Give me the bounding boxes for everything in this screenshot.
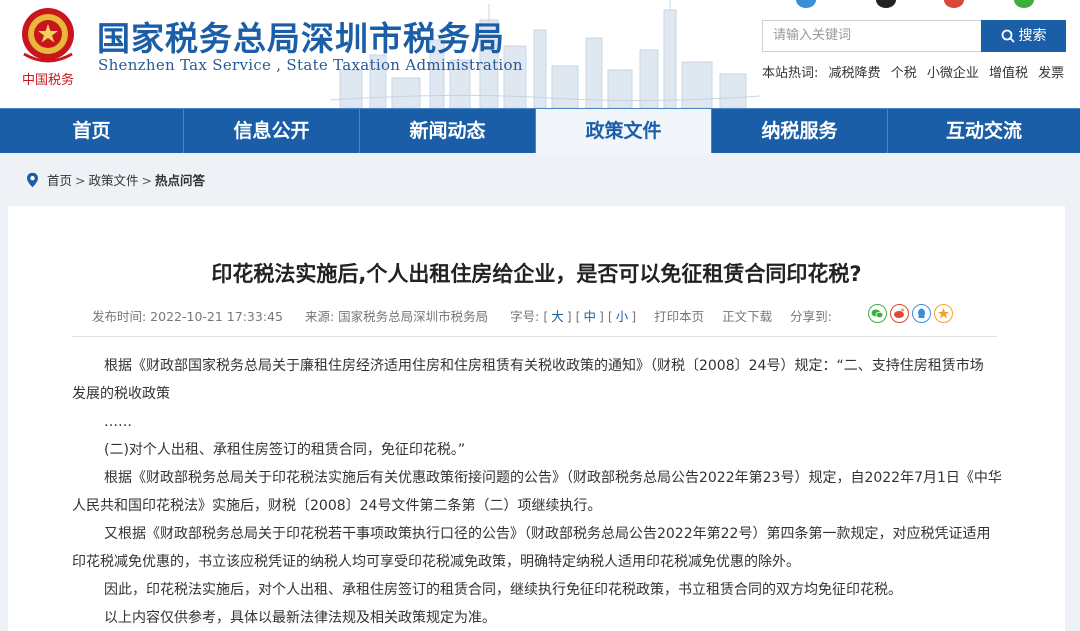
- article-paragraph: ……: [104, 414, 132, 430]
- article-divider: [72, 336, 997, 337]
- article-paragraph: 以上内容仅供参考，具体以最新法律法规及相关政策规定为准。: [104, 610, 496, 626]
- share-buttons: [868, 304, 953, 323]
- breadcrumb: 首页 > 政策文件 > 热点问答: [26, 170, 205, 189]
- article-paragraph: 又根据《财政部税务总局关于印花税若干事项政策执行口径的公告》（财政部税务总局公告…: [104, 526, 991, 542]
- hot-word-link[interactable]: 发票: [1038, 66, 1064, 81]
- nav-item-home[interactable]: 首页: [0, 109, 184, 153]
- hot-word-link[interactable]: 减税降费: [829, 66, 881, 81]
- article-paragraph: 根据《财政部国家税务总局关于廉租住房经济适用住房和住房租赁有关税收政策的通知》（…: [104, 358, 984, 374]
- breadcrumb-home[interactable]: 首页: [47, 173, 72, 188]
- article-paragraph: 根据《财政部税务总局关于印花税法实施后有关优惠政策衔接问题的公告》（财政部税务总…: [104, 470, 1002, 486]
- weibo-link-icon[interactable]: [944, 0, 964, 8]
- hot-words: 本站热词: 减税降费 个税 小微企业 增值税 发票: [762, 62, 1070, 81]
- share-label: 分享到:: [790, 309, 832, 324]
- article-meta: 发布时间: 2022-10-21 17:33:45 来源: 国家税务总局深圳市税…: [92, 306, 832, 325]
- article-card: 印花税法实施后,个人出租住房给企业，是否可以免征租赁合同印花税? 发布时间: 2…: [8, 206, 1065, 631]
- nav-item-tax-services[interactable]: 纳税服务: [712, 109, 888, 153]
- qzone-icon[interactable]: [934, 304, 953, 323]
- article-paragraph: 人民共和国印花税法》实施后，财税〔2008〕24号文件第二条第（二）项继续执行。: [72, 498, 602, 514]
- hot-word-link[interactable]: 增值税: [989, 66, 1028, 81]
- nav-item-info-disclosure[interactable]: 信息公开: [184, 109, 360, 153]
- qq-icon[interactable]: [912, 304, 931, 323]
- site-title: 国家税务总局深圳市税务局: [97, 19, 505, 58]
- location-pin-icon: [27, 172, 38, 188]
- top-utility-icons: [790, 0, 1080, 10]
- site-subtitle: Shenzhen Tax Service , State Taxation Ad…: [98, 56, 523, 74]
- search-icon: [1001, 29, 1015, 43]
- article-paragraph: (二)对个人出租、承租住房签订的租赁合同，免征印花税。”: [104, 442, 466, 458]
- article-paragraph: 印花税减免优惠的，书立该应税凭证的纳税人均可享受印花税减免政策，明确特定纳税人适…: [72, 554, 800, 570]
- hot-word-link[interactable]: 个税: [891, 66, 917, 81]
- publish-date: 发布时间: 2022-10-21 17:33:45: [92, 309, 283, 324]
- main-nav: 首页 信息公开 新闻动态 政策文件 纳税服务 互动交流: [0, 108, 1080, 153]
- article-paragraph: 因此，印花税法实施后，对个人出租、承租住房签订的租赁合同，继续执行免征印花税政策…: [104, 582, 902, 598]
- breadcrumb-separator: >: [75, 173, 86, 188]
- print-page-link[interactable]: 打印本页: [654, 306, 704, 325]
- tax-emblem-logo: 中国税务: [22, 8, 74, 88]
- svg-text:中国税务: 中国税务: [22, 72, 74, 88]
- article-body: 根据《财政部国家税务总局关于廉租住房经济适用住房和住房租赁有关税收政策的通知》（…: [72, 352, 1002, 631]
- wechat-link-icon[interactable]: [1014, 0, 1034, 8]
- hot-word-link[interactable]: 小微企业: [927, 66, 979, 81]
- accessibility-icon[interactable]: [796, 0, 816, 8]
- font-size-medium-button[interactable]: 中: [580, 306, 599, 325]
- breadcrumb-policy-documents[interactable]: 政策文件: [89, 173, 139, 188]
- hot-words-label: 本站热词:: [762, 66, 819, 81]
- nav-item-interaction[interactable]: 互动交流: [888, 109, 1080, 153]
- search-button[interactable]: 搜索: [981, 20, 1066, 52]
- download-text-link[interactable]: 正文下载: [722, 306, 772, 325]
- weibo-icon[interactable]: [890, 304, 909, 323]
- site-header: 中国税务 国家税务总局深圳市税务局 Shenzhen Tax Service ,…: [0, 0, 1080, 108]
- mobile-icon[interactable]: [876, 0, 896, 8]
- font-size-small-button[interactable]: 小: [613, 306, 632, 325]
- nav-item-policy-documents[interactable]: 政策文件: [536, 109, 712, 153]
- wechat-icon[interactable]: [868, 304, 887, 323]
- article-source: 来源: 国家税务总局深圳市税务局: [304, 309, 489, 324]
- article-paragraph: 发展的税收政策: [72, 386, 170, 402]
- search-input[interactable]: 请输入关键词: [762, 20, 982, 52]
- breadcrumb-separator: >: [141, 173, 152, 188]
- article-title: 印花税法实施后,个人出租住房给企业，是否可以免征租赁合同印花税?: [211, 262, 862, 286]
- breadcrumb-current: 热点问答: [155, 173, 206, 188]
- font-size-large-button[interactable]: 大: [548, 306, 567, 325]
- font-size-label: 字号:: [510, 309, 540, 324]
- nav-item-news[interactable]: 新闻动态: [360, 109, 536, 153]
